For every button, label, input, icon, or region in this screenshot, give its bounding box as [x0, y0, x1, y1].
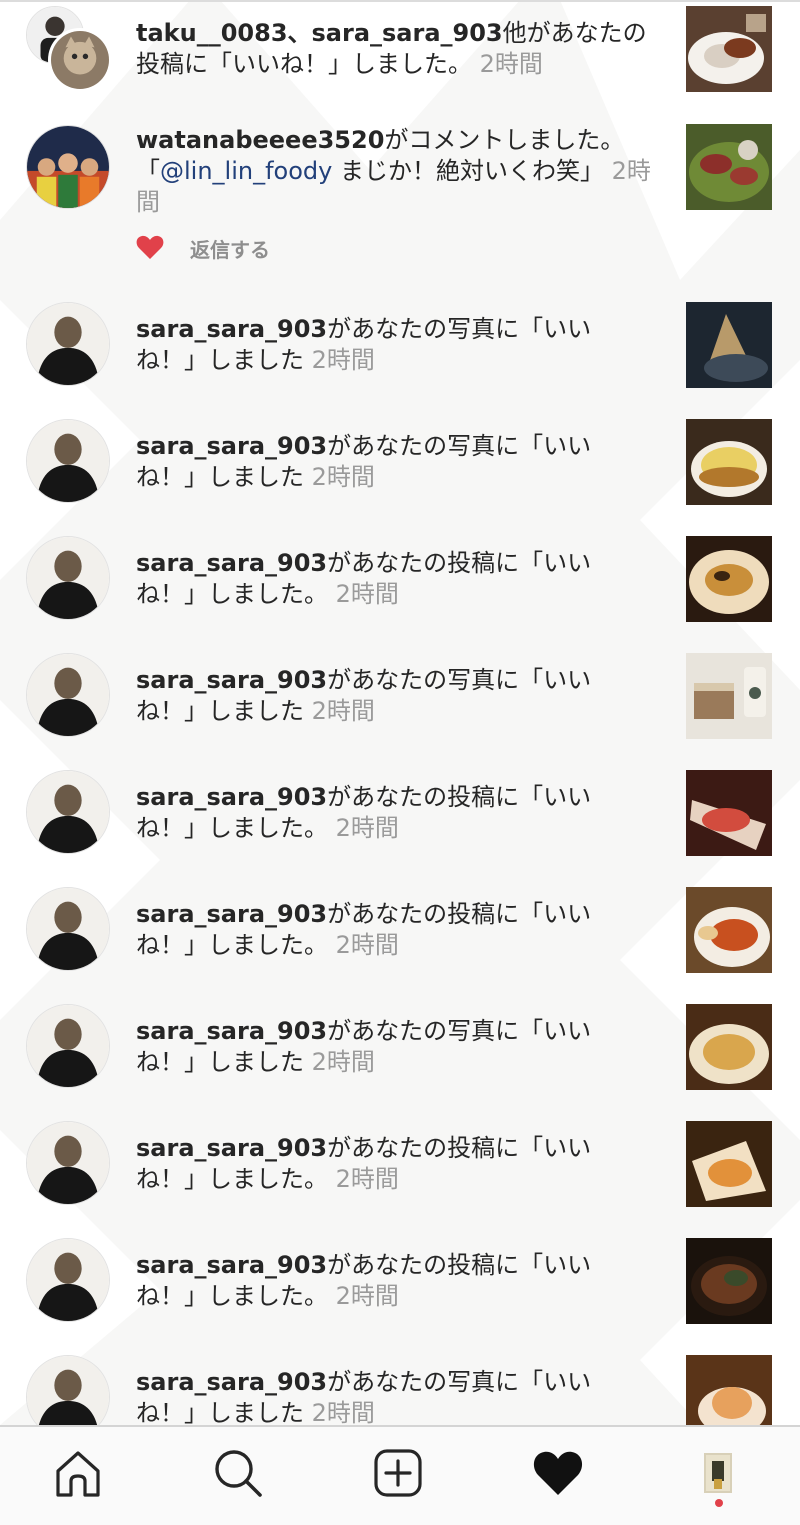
- notification-text: sara_sara_903があなたの写真に「いいね！」しました 2時間: [136, 1367, 616, 1425]
- post-thumbnail[interactable]: [686, 1121, 772, 1207]
- post-thumbnail[interactable]: [686, 419, 772, 505]
- username[interactable]: sara_sara_903: [136, 1134, 327, 1162]
- search-icon: [215, 1450, 262, 1497]
- post-thumbnail[interactable]: [686, 302, 772, 388]
- timestamp: 2時間: [311, 346, 375, 374]
- username[interactable]: sara_sara_903: [136, 549, 327, 577]
- avatar[interactable]: [26, 302, 110, 386]
- top-divider: [0, 0, 800, 2]
- timestamp: 2時間: [335, 1165, 399, 1193]
- timestamp: 2時間: [335, 814, 399, 842]
- notification-text: sara_sara_903があなたの写真に「いいね！」しました 2時間: [136, 1016, 616, 1078]
- like-comment-icon[interactable]: [136, 234, 164, 260]
- notification-text: sara_sara_903があなたの投稿に「いいね！」しました。 2時間: [136, 1133, 616, 1195]
- profile-avatar: [704, 1453, 732, 1493]
- avatar[interactable]: [26, 770, 110, 854]
- username[interactable]: sara_sara_903: [136, 315, 327, 343]
- post-thumbnail[interactable]: [686, 887, 772, 973]
- timestamp: 2時間: [311, 1399, 375, 1425]
- tab-home[interactable]: [50, 1445, 106, 1501]
- avatar[interactable]: [26, 125, 110, 209]
- activity-feed[interactable]: taku__0083、sara_sara_903他があなたの投稿に「いいね！」し…: [0, 0, 800, 1425]
- home-icon: [56, 1451, 100, 1497]
- username[interactable]: sara_sara_903: [136, 666, 327, 694]
- notification-text: sara_sara_903があなたの投稿に「いいね！」しました。 2時間: [136, 782, 616, 844]
- notification-text: sara_sara_903があなたの投稿に「いいね！」しました。 2時間: [136, 1250, 616, 1312]
- add-post-icon: [374, 1449, 422, 1497]
- username[interactable]: taku__0083、sara_sara_903: [136, 19, 503, 47]
- username[interactable]: sara_sara_903: [136, 783, 327, 811]
- timestamp: 2時間: [479, 50, 543, 78]
- post-thumbnail[interactable]: [686, 124, 772, 210]
- tab-activity[interactable]: [530, 1445, 586, 1501]
- comment-quote: 「: [136, 157, 160, 185]
- post-thumbnail[interactable]: [686, 770, 772, 856]
- tab-add[interactable]: [370, 1445, 426, 1501]
- reply-button[interactable]: 返信する: [190, 234, 270, 263]
- timestamp: 2時間: [335, 931, 399, 959]
- heart-icon: [533, 1451, 583, 1495]
- timestamp: 2時間: [335, 580, 399, 608]
- bottom-tab-bar: [0, 1425, 800, 1525]
- notification-text: sara_sara_903があなたの写真に「いいね！」しました 2時間: [136, 665, 616, 727]
- avatar[interactable]: [26, 1238, 110, 1322]
- notification-text: taku__0083、sara_sara_903他があなたの投稿に「いいね！」し…: [136, 18, 666, 80]
- timestamp: 2時間: [311, 1048, 375, 1076]
- timestamp: 2時間: [311, 463, 375, 491]
- notification-dot: [715, 1499, 723, 1507]
- username[interactable]: sara_sara_903: [136, 1017, 327, 1045]
- post-thumbnail[interactable]: [686, 653, 772, 739]
- timestamp: 2時間: [311, 697, 375, 725]
- avatar[interactable]: [26, 653, 110, 737]
- notification-text: sara_sara_903があなたの写真に「いいね！」しました 2時間: [136, 314, 616, 376]
- message-text: がコメントしました。: [384, 126, 625, 154]
- tab-profile[interactable]: [704, 1453, 732, 1493]
- username[interactable]: sara_sara_903: [136, 1368, 327, 1396]
- username[interactable]: sara_sara_903: [136, 432, 327, 460]
- avatar[interactable]: [26, 419, 110, 503]
- post-thumbnail[interactable]: [686, 6, 772, 92]
- avatar[interactable]: [26, 1355, 110, 1425]
- username[interactable]: sara_sara_903: [136, 1251, 327, 1279]
- avatar[interactable]: [26, 1004, 110, 1088]
- notification-text: sara_sara_903があなたの写真に「いいね！」しました 2時間: [136, 431, 616, 493]
- timestamp: 2時間: [335, 1282, 399, 1310]
- tab-search[interactable]: [210, 1445, 266, 1501]
- post-thumbnail[interactable]: [686, 536, 772, 622]
- notification-text: sara_sara_903があなたの投稿に「いいね！」しました。 2時間: [136, 548, 616, 610]
- username[interactable]: watanabeeee3520: [136, 126, 384, 154]
- avatar[interactable]: [26, 887, 110, 971]
- post-thumbnail[interactable]: [686, 1238, 772, 1324]
- post-thumbnail[interactable]: [686, 1004, 772, 1090]
- mention-link[interactable]: @lin_lin_foody: [160, 157, 332, 185]
- avatar[interactable]: [48, 28, 112, 92]
- notification-text: watanabeeee3520がコメントしました。「@lin_lin_foody…: [136, 125, 666, 218]
- avatar[interactable]: [26, 536, 110, 620]
- comment-text: まじか！絶対いくわ笑」: [332, 157, 604, 185]
- avatar[interactable]: [26, 1121, 110, 1205]
- notification-text: sara_sara_903があなたの投稿に「いいね！」しました。 2時間: [136, 899, 616, 961]
- username[interactable]: sara_sara_903: [136, 900, 327, 928]
- post-thumbnail[interactable]: [686, 1355, 772, 1425]
